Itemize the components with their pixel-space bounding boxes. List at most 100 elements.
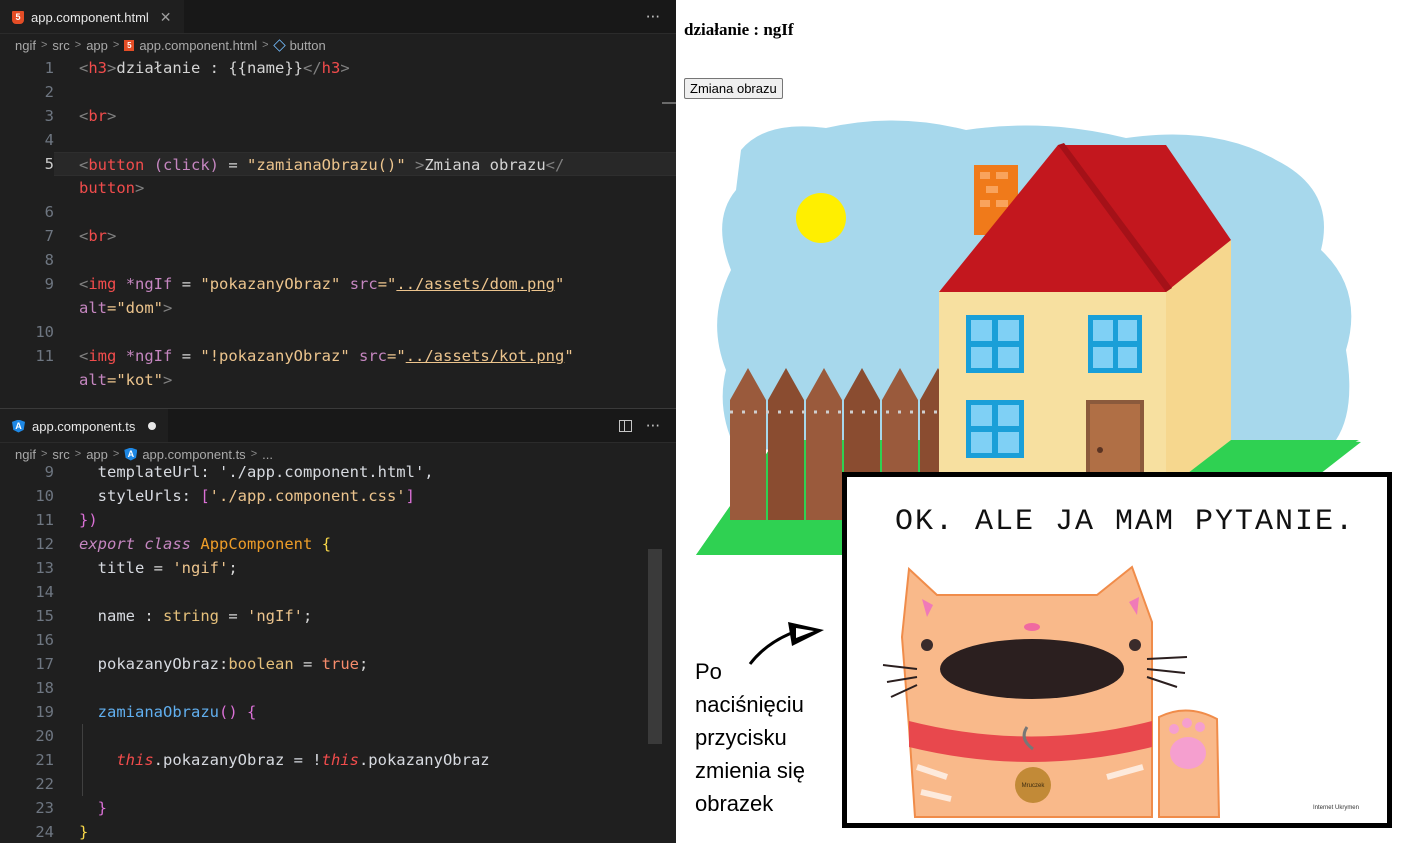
editor-group-top: 5 app.component.html ✕ ··· ngif > src > …	[0, 0, 676, 408]
code-line: 24 }	[0, 820, 676, 843]
code-line: 10	[0, 320, 676, 344]
line-number: 15	[35, 607, 54, 625]
line-number: 2	[44, 83, 54, 101]
line-number: 8	[44, 251, 54, 269]
code-line-wrapped: 0 alt="kot">	[79, 371, 173, 389]
asset-link[interactable]: ../assets/kot.png	[406, 347, 565, 365]
code-line: 9 <img *ngIf = "pokazanyObraz" src="../a…	[0, 272, 676, 296]
code-line: 19 zamianaObrazu() {	[0, 700, 676, 724]
line-number: 13	[35, 559, 54, 577]
line-number: 9	[44, 463, 54, 481]
breadcrumb-item[interactable]: src	[52, 38, 69, 53]
code-line: 12 export class AppComponent {	[0, 532, 676, 556]
angular-icon: A	[12, 419, 25, 433]
code-line: 15 name : string = 'ngIf';	[0, 604, 676, 628]
code-line-current: 5 <button (click) = "zamianaObrazu()" >Z…	[0, 152, 676, 176]
tag-label: Mruczek	[1022, 783, 1046, 789]
line-number: 19	[35, 703, 54, 721]
more-actions-icon[interactable]: ···	[646, 8, 660, 26]
code-line: 11 })	[0, 508, 676, 532]
line-number: 5	[44, 155, 54, 173]
code-line: 23 }	[0, 796, 676, 820]
tab-app-component-ts[interactable]: A app.component.ts	[0, 409, 169, 442]
line-number: 24	[35, 823, 54, 841]
line-number: 10	[35, 323, 54, 341]
code-line: 6	[0, 200, 676, 224]
code-line: 14	[0, 580, 676, 604]
vertical-scrollbar[interactable]	[648, 549, 662, 744]
tab-bar-top: 5 app.component.html ✕ ···	[0, 0, 676, 34]
code-line: 17 pokazanyObraz:boolean = true;	[0, 652, 676, 676]
code-line: 22	[0, 772, 676, 796]
line-number: 22	[35, 775, 54, 793]
overview-ruler[interactable]	[662, 56, 676, 406]
angular-icon: A	[124, 447, 138, 461]
code-line: 4	[0, 128, 676, 152]
split-editor-icon[interactable]	[618, 419, 632, 432]
code-line: 18	[0, 676, 676, 700]
chevron-right-icon: >	[250, 448, 258, 460]
unsaved-dot-icon[interactable]	[148, 422, 157, 430]
line-number: 14	[35, 583, 54, 601]
line-number: 11	[35, 511, 54, 529]
breadcrumb-item[interactable]: app.component.html	[139, 38, 257, 53]
editor-group-bottom: A app.component.ts ··· ngif > src > app …	[0, 408, 676, 843]
asset-link[interactable]: ../assets/dom.png	[396, 275, 555, 293]
line-number: 21	[35, 751, 54, 769]
line-number: 6	[44, 203, 54, 221]
tab-bar-bottom: A app.component.ts ···	[0, 409, 676, 443]
tab-label: app.component.ts	[32, 418, 136, 434]
page-title: działanie : ngIf	[684, 20, 794, 39]
code-line: 2	[0, 80, 676, 104]
code-editor: 5 app.component.html ✕ ··· ngif > src > …	[0, 0, 676, 843]
code-line: 8	[0, 248, 676, 272]
html5-icon: 5	[12, 10, 24, 24]
tab-label: app.component.html	[31, 9, 149, 25]
line-number: 1	[44, 59, 54, 77]
code-line-wrapped: 0 alt="dom">	[79, 299, 173, 317]
line-number: 11	[35, 347, 54, 365]
close-icon[interactable]: ✕	[160, 9, 172, 26]
chevron-right-icon: >	[112, 39, 120, 51]
breadcrumb-item[interactable]: app	[86, 38, 108, 53]
tab-app-component-html[interactable]: 5 app.component.html ✕	[0, 0, 184, 33]
element-cube-icon	[272, 38, 286, 52]
chevron-right-icon: >	[74, 39, 82, 51]
code-line: 7 <br>	[0, 224, 676, 248]
cat-drawing: Mruczek	[882, 565, 1221, 818]
line-number: 23	[35, 799, 54, 817]
code-line: 1 <h3>działanie : {{name}}</h3>	[0, 56, 676, 80]
browser-preview: działanie : ngIf Zmiana obrazu Po naciśn…	[676, 0, 1401, 843]
line-number: 3	[44, 107, 54, 125]
cat-image: OK. ALE JA MAM PYTANIE. Mruczek Internet…	[842, 472, 1392, 828]
html5-icon: 5	[124, 39, 135, 51]
chevron-right-icon: >	[74, 448, 82, 460]
line-number: 18	[35, 679, 54, 697]
cat-mouth	[940, 639, 1124, 699]
code-line: 11 <img *ngIf = "!pokazanyObraz" src="..…	[0, 344, 676, 368]
artist-signature: Internet Ukrymen	[1312, 805, 1359, 811]
breadcrumb-item[interactable]: button	[290, 38, 326, 53]
more-actions-icon[interactable]: ···	[646, 417, 660, 435]
code-line-wrapped: 0 button>	[79, 179, 145, 197]
code-line: 21 this.pokazanyObraz = !this.pokazanyOb…	[0, 748, 676, 772]
line-number: 7	[44, 227, 54, 245]
code-line: 3 <br>	[0, 104, 676, 128]
code-line: 20	[0, 724, 676, 748]
html-code[interactable]: 1 <h3>działanie : {{name}}</h3> 2 3 <br>…	[0, 56, 676, 392]
change-image-button[interactable]: Zmiana obrazu	[684, 78, 783, 99]
ts-code[interactable]: 9 templateUrl: './app.component.html', 1…	[0, 460, 676, 843]
line-number: 9	[44, 275, 54, 293]
line-number: 20	[35, 727, 54, 745]
line-number: 4	[44, 131, 54, 149]
chevron-right-icon: >	[112, 448, 120, 460]
code-line: 16	[0, 628, 676, 652]
chevron-right-icon: >	[40, 39, 48, 51]
line-number: 17	[35, 655, 54, 673]
chevron-right-icon: >	[262, 39, 269, 51]
code-line: 13 title = 'ngif';	[0, 556, 676, 580]
code-line: 10 styleUrls: ['./app.component.css']	[0, 484, 676, 508]
breadcrumb-item[interactable]: ngif	[15, 38, 36, 53]
line-number: 16	[35, 631, 54, 649]
breadcrumb: ngif > src > app > 5 app.component.html …	[0, 34, 676, 56]
